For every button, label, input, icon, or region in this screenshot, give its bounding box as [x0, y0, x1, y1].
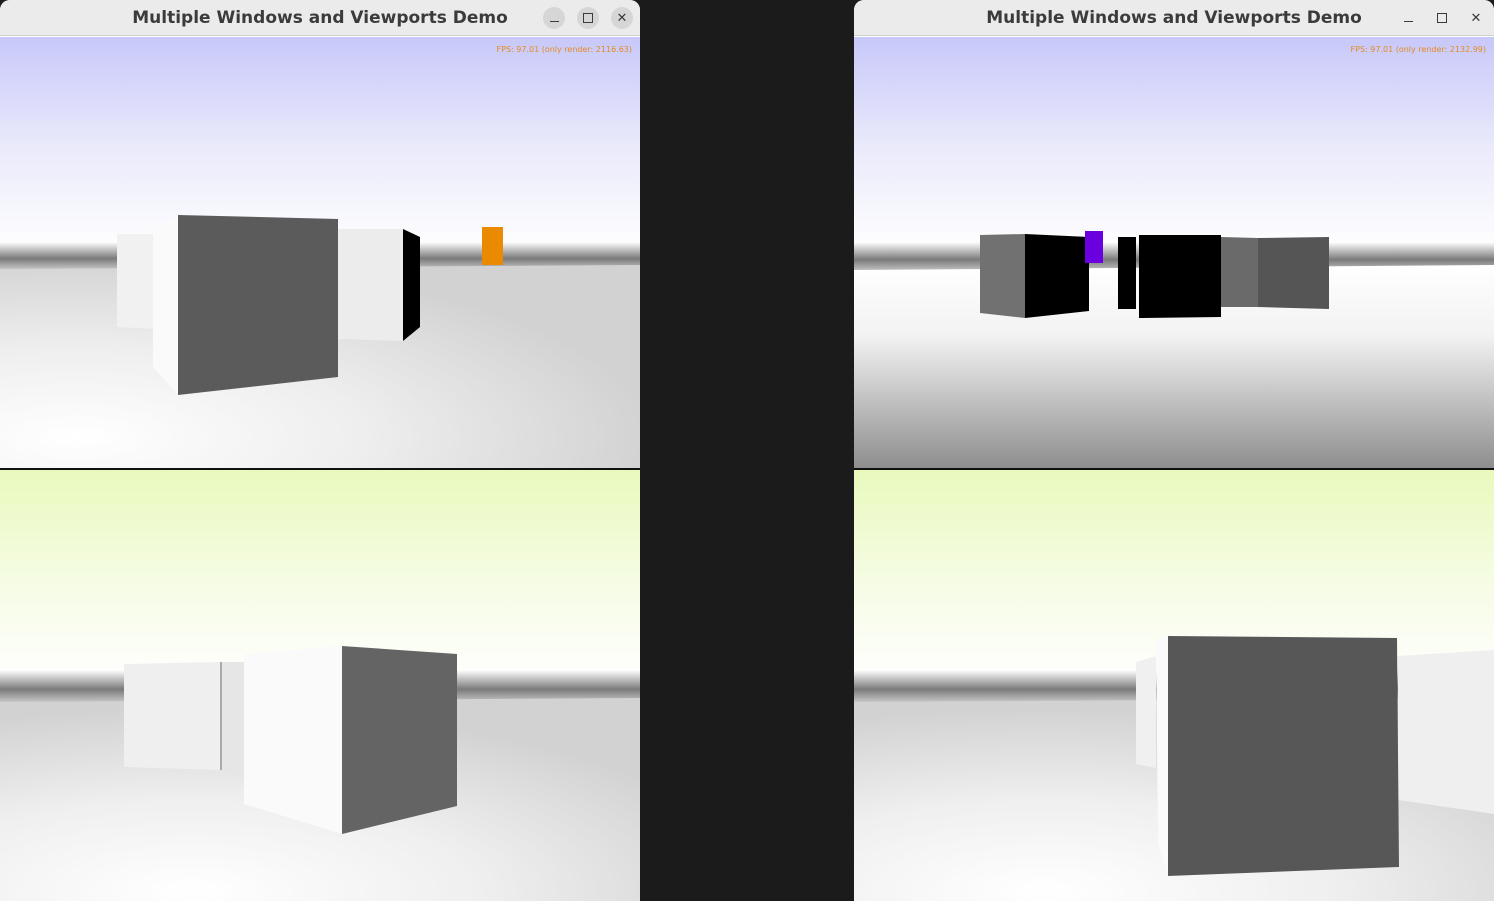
titlebar[interactable]: Multiple Windows and Viewports Demo ✕ [0, 0, 640, 36]
box [1139, 235, 1221, 318]
box [1398, 650, 1494, 814]
window-left: Multiple Windows and Viewports Demo ✕ FP… [0, 0, 640, 901]
orange-box [482, 227, 503, 265]
maximize-button[interactable] [1431, 7, 1453, 29]
minimize-icon [1403, 20, 1413, 22]
viewport-top[interactable]: FPS: 97.01 (only render: 2132.99) [854, 37, 1494, 468]
scene-3d [0, 37, 640, 468]
box [342, 646, 457, 834]
box [117, 234, 155, 329]
maximize-icon [1437, 13, 1447, 23]
close-icon: ✕ [1470, 10, 1482, 26]
box [124, 662, 221, 770]
maximize-button[interactable] [577, 7, 599, 29]
box [1136, 656, 1156, 768]
box [1168, 636, 1399, 876]
minimize-button[interactable] [543, 7, 565, 29]
close-icon: ✕ [616, 10, 628, 26]
titlebar[interactable]: Multiple Windows and Viewports Demo ✕ [854, 0, 1494, 36]
box [1258, 237, 1329, 309]
fps-counter: FPS: 97.01 (only render: 2116.63) [496, 45, 632, 54]
box [244, 646, 342, 834]
scene-3d [854, 37, 1494, 468]
window-right: Multiple Windows and Viewports Demo ✕ FP… [854, 0, 1494, 901]
scene-3d [0, 470, 640, 901]
box [1025, 234, 1089, 318]
close-button[interactable]: ✕ [611, 7, 633, 29]
box [980, 234, 1025, 318]
box [153, 215, 178, 395]
box [1118, 237, 1136, 309]
box [338, 229, 403, 341]
viewport-top[interactable]: FPS: 97.01 (only render: 2116.63) [0, 37, 640, 468]
box [403, 229, 420, 341]
box [1221, 237, 1258, 307]
fps-counter: FPS: 97.01 (only render: 2132.99) [1350, 45, 1486, 54]
minimize-icon [549, 20, 559, 22]
minimize-button[interactable] [1397, 7, 1419, 29]
viewport-bottom[interactable] [0, 470, 640, 901]
close-button[interactable]: ✕ [1465, 7, 1487, 29]
scene-3d [854, 470, 1494, 901]
box [178, 215, 338, 395]
purple-box [1085, 231, 1103, 263]
maximize-icon [583, 13, 593, 23]
box [222, 662, 244, 770]
viewport-bottom[interactable] [854, 470, 1494, 901]
